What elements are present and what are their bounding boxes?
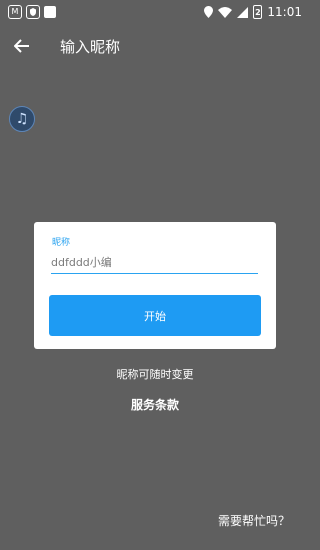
nickname-input[interactable] (51, 252, 258, 274)
start-button[interactable]: 开始 (49, 295, 261, 336)
nickname-hint: 昵称可随时变更 (116, 368, 194, 381)
status-time: 11:01 (267, 5, 302, 19)
wifi-icon (218, 6, 233, 18)
music-note-icon: ♫ (15, 111, 29, 127)
need-help-link[interactable]: 需要帮忙吗？ (218, 512, 290, 529)
vpn-shield-icon (26, 5, 40, 19)
mv-app-icon: M (8, 5, 22, 19)
battery-icon: 2 (253, 5, 263, 19)
back-button[interactable] (0, 28, 44, 64)
terms-of-service-link[interactable]: 服务条款 (0, 396, 310, 413)
nickname-label: 昵称 (52, 238, 71, 248)
page-title: 输入昵称 (60, 37, 121, 56)
status-left-icons: M (0, 5, 56, 19)
music-note-button[interactable]: ♫ (9, 106, 35, 132)
nickname-card: 昵称 开始 (34, 222, 276, 349)
status-right-icons: 2 11:01 (204, 5, 310, 19)
app-bar: 输入昵称 (0, 28, 310, 64)
signal-icon (237, 6, 249, 18)
notification-square-icon (44, 6, 56, 18)
status-bar: M 2 11:01 (0, 0, 310, 24)
location-icon (204, 6, 214, 18)
back-arrow-icon (14, 39, 29, 53)
